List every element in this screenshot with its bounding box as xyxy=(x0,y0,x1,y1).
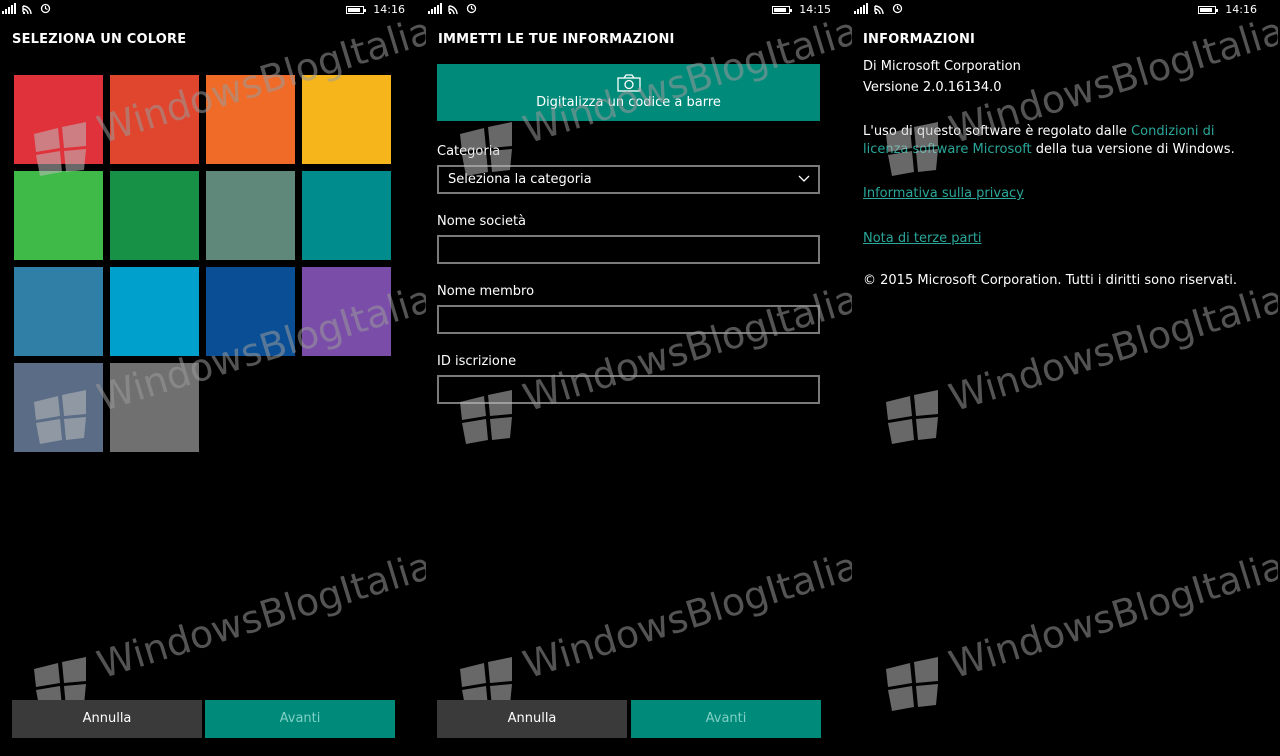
version-text: Versione 2.0.16134.0 xyxy=(863,80,1002,95)
color-swatch[interactable] xyxy=(110,363,199,452)
wifi-icon xyxy=(448,3,460,14)
battery-icon xyxy=(346,5,367,14)
company-name-field[interactable] xyxy=(437,235,820,264)
signal-icon xyxy=(428,3,442,14)
windows-logo-icon xyxy=(886,390,938,444)
next-button[interactable]: Avanti xyxy=(631,700,821,738)
privacy-link[interactable]: Informativa sulla privacy xyxy=(863,185,1024,203)
category-select[interactable]: Seleziona la categoria xyxy=(437,165,820,194)
page-title: INFORMAZIONI xyxy=(863,32,976,47)
license-suffix: della tua versione di Windows. xyxy=(1035,142,1235,157)
color-swatch[interactable] xyxy=(302,267,391,356)
signal-icon xyxy=(854,3,868,14)
sync-icon xyxy=(40,3,51,14)
color-swatch[interactable] xyxy=(14,171,103,260)
publisher-text: Di Microsoft Corporation xyxy=(863,59,1021,74)
color-grid xyxy=(14,75,391,452)
windows-logo-icon xyxy=(886,657,938,711)
camera-icon xyxy=(617,74,641,92)
page-title: SELEZIONA UN COLORE xyxy=(12,32,187,47)
color-swatch[interactable] xyxy=(302,75,391,164)
wifi-icon xyxy=(874,3,886,14)
about-screen: 14:16 INFORMAZIONI Di Microsoft Corporat… xyxy=(852,0,1278,756)
chevron-down-icon xyxy=(798,175,810,182)
membership-id-label: ID iscrizione xyxy=(437,354,517,369)
color-swatch[interactable] xyxy=(206,171,295,260)
license-paragraph: L'uso di questo software è regolato dall… xyxy=(863,123,1238,159)
license-prefix: L'uso di questo software è regolato dall… xyxy=(863,124,1127,139)
sync-icon xyxy=(892,3,903,14)
member-name-field[interactable] xyxy=(437,305,820,334)
signal-icon xyxy=(2,3,16,14)
color-swatch[interactable] xyxy=(206,267,295,356)
cancel-button[interactable]: Annulla xyxy=(12,700,202,738)
scan-barcode-button[interactable]: Digitalizza un codice a barre xyxy=(437,64,820,121)
category-select-value: Seleziona la categoria xyxy=(448,172,592,187)
wifi-icon xyxy=(22,3,34,14)
color-swatch[interactable] xyxy=(14,363,103,452)
third-party-notice-link[interactable]: Nota di terze parti xyxy=(863,230,982,248)
category-label: Categoria xyxy=(437,144,501,159)
color-swatch[interactable] xyxy=(302,171,391,260)
color-swatch[interactable] xyxy=(110,171,199,260)
color-swatch[interactable] xyxy=(206,75,295,164)
cancel-button[interactable]: Annulla xyxy=(437,700,627,738)
color-picker-screen: 14:16 SELEZIONA UN COLORE WindowsBlogIta… xyxy=(0,0,426,756)
clock: 14:15 xyxy=(799,3,831,16)
clock: 14:16 xyxy=(373,3,405,16)
battery-icon xyxy=(1198,5,1219,14)
page-title: IMMETTI LE TUE INFORMAZIONI xyxy=(438,32,675,47)
color-swatch[interactable] xyxy=(110,267,199,356)
next-button[interactable]: Avanti xyxy=(205,700,395,738)
copyright-text: © 2015 Microsoft Corporation. Tutti i di… xyxy=(863,273,1237,288)
status-bar: 14:16 xyxy=(852,0,1278,20)
sync-icon xyxy=(466,3,477,14)
status-bar: 14:16 xyxy=(0,0,426,20)
membership-id-field[interactable] xyxy=(437,375,820,404)
clock: 14:16 xyxy=(1225,3,1257,16)
scan-barcode-label: Digitalizza un codice a barre xyxy=(536,95,721,110)
company-name-label: Nome società xyxy=(437,214,527,229)
color-swatch[interactable] xyxy=(14,267,103,356)
color-swatch[interactable] xyxy=(14,75,103,164)
member-name-label: Nome membro xyxy=(437,284,535,299)
status-bar: 14:15 xyxy=(426,0,852,20)
color-swatch[interactable] xyxy=(110,75,199,164)
battery-icon xyxy=(772,5,793,14)
info-form-screen: 14:15 IMMETTI LE TUE INFORMAZIONI Digita… xyxy=(426,0,852,756)
